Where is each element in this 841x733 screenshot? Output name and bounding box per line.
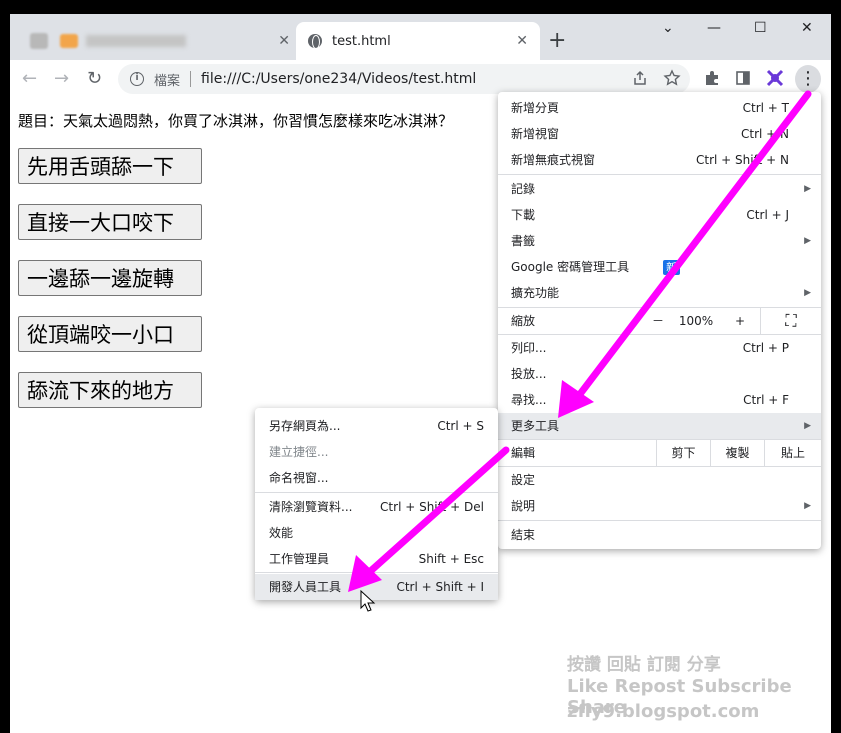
mouse-cursor-icon xyxy=(360,589,376,612)
arrow-to-dev-tools xyxy=(361,446,510,580)
annotation-overlay xyxy=(348,90,812,612)
arrow-head-icon xyxy=(348,555,382,592)
browser-window: ✕ test.html ✕ + ⌄ — ☐ ✕ ← → ↻ i 檔案 file:… xyxy=(10,14,831,733)
arrow-to-more-tools xyxy=(570,90,812,406)
